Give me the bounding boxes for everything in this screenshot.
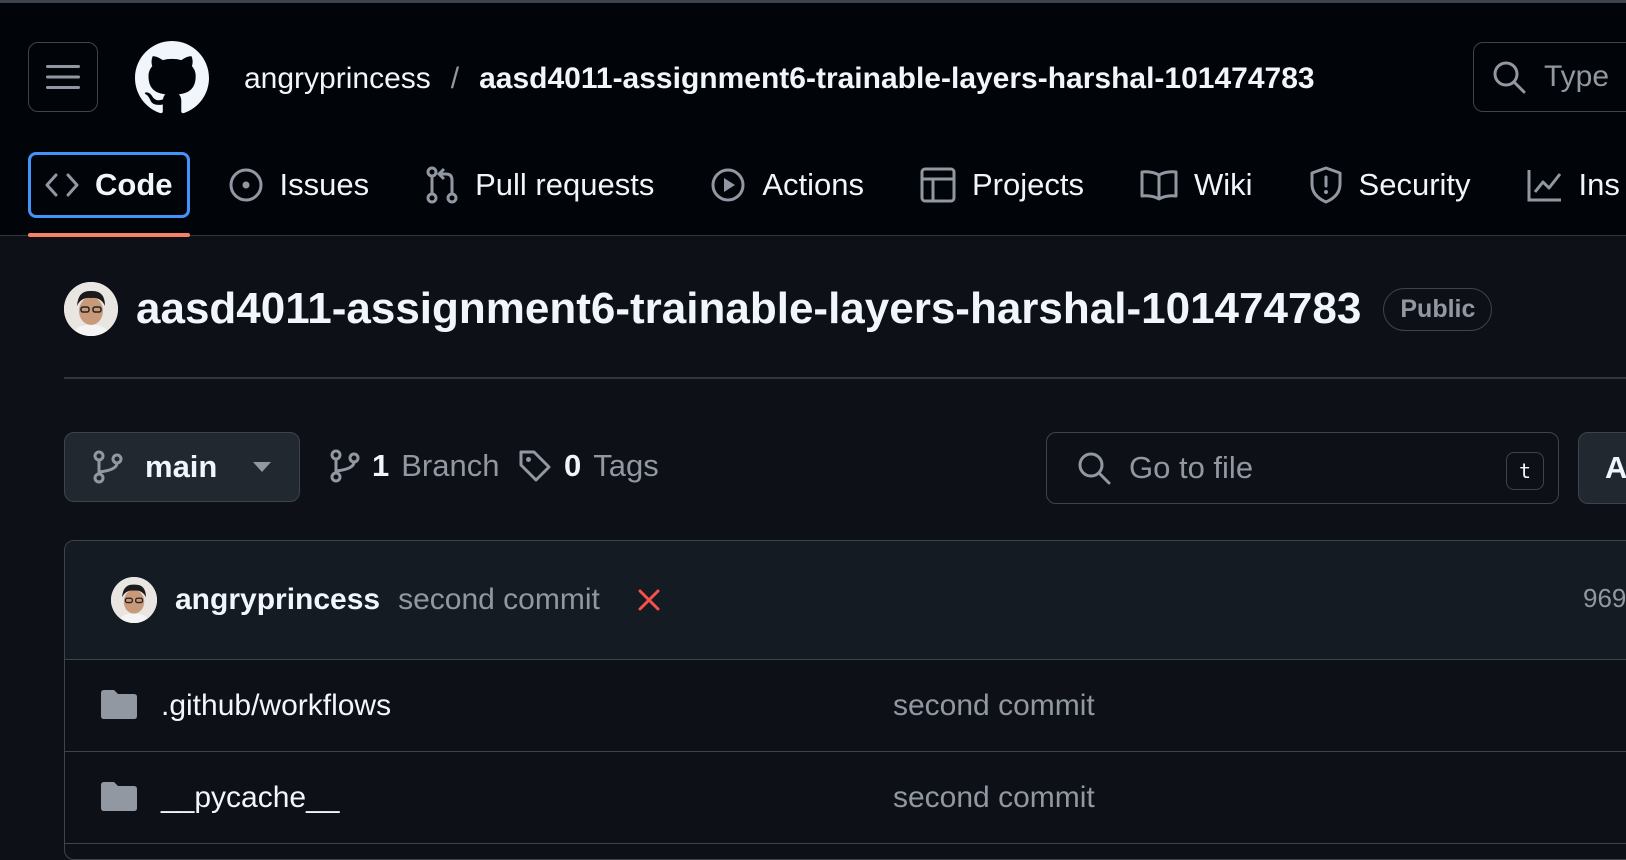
search-placeholder: Type xyxy=(1544,60,1610,93)
hamburger-icon xyxy=(46,65,80,89)
commit-message-link[interactable]: second commit xyxy=(398,583,600,617)
keyboard-shortcut-hint: t xyxy=(1506,452,1544,490)
branch-selector-button[interactable]: main xyxy=(64,432,300,502)
tag-label: Tags xyxy=(593,448,659,483)
commit-status-failed[interactable] xyxy=(638,589,660,611)
avatar-image xyxy=(64,282,118,336)
go-to-file-placeholder: Go to file xyxy=(1129,450,1254,485)
file-commit-message[interactable]: second commit xyxy=(893,689,1095,723)
page-title[interactable]: aasd4011-assignment6-trainable-layers-ha… xyxy=(136,284,1361,334)
tab-pull-requests-label: Pull requests xyxy=(475,167,655,202)
file-list: angryprincess second commit 969 .github/… xyxy=(64,540,1626,860)
global-header: angryprincess / aasd4011-assignment6-tra… xyxy=(0,0,1626,237)
tab-wiki-label: Wiki xyxy=(1193,167,1253,202)
breadcrumb-separator: / xyxy=(450,62,460,95)
tab-code-label: Code xyxy=(95,167,173,202)
tag-icon xyxy=(519,450,551,482)
tags-link[interactable]: 0 Tags xyxy=(518,448,659,484)
tab-projects-label: Projects xyxy=(972,167,1084,202)
graph-icon xyxy=(1527,170,1561,202)
table-icon xyxy=(920,167,956,203)
tab-insights-label: Ins xyxy=(1578,167,1620,202)
branch-name: main xyxy=(145,449,218,484)
section-divider xyxy=(64,377,1626,379)
add-file-button[interactable]: A xyxy=(1578,432,1626,504)
shield-icon xyxy=(1310,166,1342,204)
file-name-link[interactable]: .github/workflows xyxy=(161,689,391,723)
tab-actions-label: Actions xyxy=(762,167,864,202)
commit-hash-link[interactable]: 969 xyxy=(1583,583,1626,614)
tab-issues[interactable]: Issues xyxy=(210,152,388,218)
branch-count: 1 xyxy=(372,448,390,483)
repo-link[interactable]: aasd4011-assignment6-trainable-layers-ha… xyxy=(479,62,1314,96)
tab-security[interactable]: Security xyxy=(1291,152,1489,218)
x-icon xyxy=(638,589,660,611)
search-icon xyxy=(1493,61,1526,94)
issue-opened-icon xyxy=(229,168,262,202)
book-icon xyxy=(1140,170,1178,201)
global-search-input[interactable]: Type xyxy=(1473,42,1626,112)
git-branch-icon xyxy=(330,449,360,483)
git-pull-request-icon xyxy=(426,166,458,204)
visibility-badge: Public xyxy=(1383,287,1493,331)
tab-projects[interactable]: Projects xyxy=(902,152,1102,218)
branches-link[interactable]: 1 Branch xyxy=(330,448,499,484)
commit-author-avatar[interactable] xyxy=(111,577,157,623)
branch-label: Branch xyxy=(401,448,500,483)
folder-icon xyxy=(101,690,137,719)
tab-code[interactable]: Code xyxy=(28,152,190,237)
owner-avatar[interactable] xyxy=(64,282,118,336)
file-name-link[interactable]: __pycache__ xyxy=(161,781,339,815)
tab-actions[interactable]: Actions xyxy=(692,152,882,218)
file-row[interactable]: __pycache__ second commit xyxy=(65,752,1626,844)
commit-author-link[interactable]: angryprincess xyxy=(175,583,380,617)
breadcrumb: angryprincess / aasd4011-assignment6-tra… xyxy=(244,59,1315,99)
repo-title-row: aasd4011-assignment6-trainable-layers-ha… xyxy=(64,282,1493,336)
tab-issues-label: Issues xyxy=(279,167,370,202)
search-icon xyxy=(1078,452,1111,485)
tab-insights[interactable]: Ins xyxy=(1509,152,1626,218)
latest-commit-row: angryprincess second commit 969 xyxy=(65,541,1626,660)
tab-wiki[interactable]: Wiki xyxy=(1122,152,1271,218)
folder-icon xyxy=(101,782,137,811)
github-logo-icon[interactable] xyxy=(135,41,209,115)
repo-nav-tabs: Code Issues Pull requests Actions Projec… xyxy=(28,152,1626,242)
git-branch-icon xyxy=(93,450,123,484)
tab-pull-requests[interactable]: Pull requests xyxy=(407,152,672,218)
chevron-down-icon xyxy=(253,462,272,472)
play-icon xyxy=(711,168,745,202)
tab-security-label: Security xyxy=(1358,167,1471,202)
owner-link[interactable]: angryprincess xyxy=(244,62,431,96)
go-to-file-input[interactable]: Go to file t xyxy=(1046,432,1559,504)
menu-button[interactable] xyxy=(28,42,98,112)
tag-count: 0 xyxy=(564,448,582,483)
file-row[interactable]: .github/workflows second commit xyxy=(65,660,1626,752)
code-icon xyxy=(45,173,79,197)
file-commit-message[interactable]: second commit xyxy=(893,781,1095,815)
avatar-image xyxy=(111,577,157,623)
